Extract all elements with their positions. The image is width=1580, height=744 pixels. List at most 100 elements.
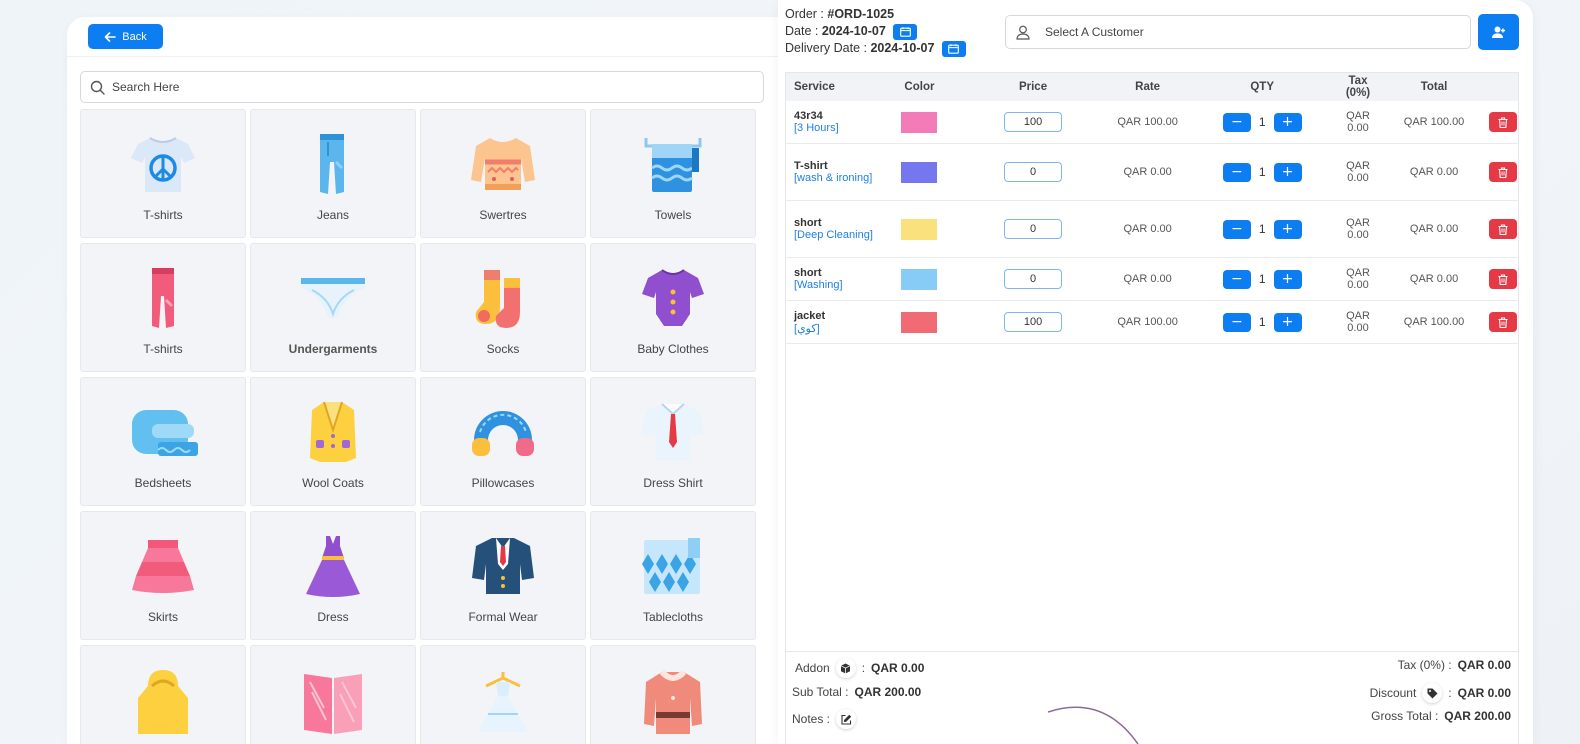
color-swatch[interactable] [901,218,938,240]
color-swatch[interactable] [901,161,938,183]
delete-row-button[interactable] [1489,269,1518,289]
actions-cell [1488,112,1518,132]
category-tile[interactable]: Tablecloths [590,511,756,640]
gross-total-value: QAR 200.00 [1444,709,1511,723]
search-input[interactable] [112,80,752,94]
table-row: 43r34 [3 Hours] QAR 100.00 − 1 + QAR 0.0… [786,101,1518,144]
rate-cell: QAR 100.00 [1117,316,1178,328]
category-tile[interactable] [420,645,586,744]
category-label: Swertres [479,208,527,222]
color-swatch[interactable] [901,311,938,333]
color-swatch[interactable] [901,111,938,133]
back-button[interactable]: Back [88,24,163,49]
qty-value: 1 [1258,315,1266,329]
category-tile[interactable] [250,645,416,744]
category-tile[interactable] [80,645,246,744]
qty-decrease-button[interactable]: − [1222,162,1251,182]
minus-icon: − [1230,220,1243,237]
customer-select[interactable] [1005,15,1471,49]
price-input[interactable] [1004,112,1063,132]
delete-row-button[interactable] [1489,312,1518,332]
customer-input[interactable] [1045,25,1445,39]
color-cell [880,161,959,183]
qty-cell: − 1 + [1188,219,1336,239]
trash-icon [1498,166,1508,178]
header-total: Total [1420,81,1448,93]
dress-icon [306,536,360,597]
category-tile[interactable]: Towels [590,109,756,238]
qty-decrease-button[interactable]: − [1222,219,1251,239]
price-input[interactable] [1004,312,1063,332]
category-label: Dress Shirt [643,476,703,490]
search-box [80,71,764,103]
category-label: Dress [317,610,349,624]
category-tile[interactable]: Baby Clothes [590,243,756,372]
color-cell [880,218,959,240]
notes-edit-button[interactable] [836,709,857,729]
delete-row-button[interactable] [1489,162,1518,182]
service-cell: short [Washing] [786,267,880,291]
qty-increase-button[interactable]: + [1273,312,1302,332]
category-tile[interactable]: Bedsheets [80,377,246,506]
trash-icon [1498,223,1508,235]
minus-icon: − [1230,313,1243,330]
delivery-calendar-button[interactable] [941,40,966,57]
category-tile[interactable]: Pillowcases [420,377,586,506]
jeans-icon [320,134,344,194]
add-customer-button[interactable] [1478,14,1519,50]
qty-increase-button[interactable]: + [1273,112,1302,132]
category-tile[interactable]: T-shirts [80,243,246,372]
qty-decrease-button[interactable]: − [1222,269,1251,289]
order-date-line: Date : 2024-10-07 [785,23,966,40]
pillow-icon [472,411,534,456]
order-summary: Addon : QAR 0.00 Sub Total : QAR 200.00 … [785,651,1519,744]
qty-decrease-button[interactable]: − [1222,112,1251,132]
header-service: Service [794,81,835,93]
tax-cell: QAR 0.00 [1346,310,1370,334]
order-meta: Order : #ORD-1025 Date : 2024-10-07 Deli… [785,6,966,57]
actions-cell [1488,219,1518,239]
actions-cell [1488,269,1518,289]
category-tile[interactable]: Dress Shirt [590,377,756,506]
plus-icon: + [1281,313,1294,330]
service-type: [Washing] [794,279,843,291]
addon-button[interactable] [835,658,856,678]
category-tile[interactable]: T-shirts [80,109,246,238]
discount-button[interactable] [1422,683,1443,703]
qty-increase-button[interactable]: + [1273,219,1302,239]
rate-cell: QAR 0.00 [1123,273,1172,285]
tax-label: Tax (0%) : [1397,658,1452,672]
category-tile[interactable]: Skirts [80,511,246,640]
category-tile[interactable] [590,645,756,744]
tax-value: QAR 0.00 [1457,658,1511,672]
category-label: T-shirts [143,208,183,222]
service-name: T-shirt [794,160,828,172]
winter-coat-icon [644,669,702,734]
qty-decrease-button[interactable]: − [1222,312,1251,332]
category-tile[interactable]: Undergarments [250,243,416,372]
category-tile[interactable]: Jeans [250,109,416,238]
qty-cell: − 1 + [1188,269,1336,289]
service-type: [wash & ironing] [794,172,873,184]
category-tile[interactable]: Formal Wear [420,511,586,640]
category-tile[interactable]: Wool Coats [250,377,416,506]
service-cell: short [Deep Cleaning] [786,217,880,241]
box-icon [841,663,851,673]
price-input[interactable] [1004,162,1063,182]
wool-coat-icon [310,401,356,462]
category-tile[interactable]: Swertres [420,109,586,238]
qty-cell: − 1 + [1188,312,1336,332]
discount-summary: Discount : QAR 0.00 [1370,683,1511,703]
color-swatch[interactable] [901,268,938,290]
date-calendar-button[interactable] [893,23,918,40]
qty-increase-button[interactable]: + [1273,269,1302,289]
price-input[interactable] [1004,269,1063,289]
qty-increase-button[interactable]: + [1273,162,1302,182]
category-tile[interactable]: Socks [420,243,586,372]
price-input[interactable] [1004,219,1063,239]
delete-row-button[interactable] [1489,219,1518,239]
category-panel-header: Back [67,17,780,57]
category-tile[interactable]: Dress [250,511,416,640]
order-date-label: Date : [785,24,822,38]
delete-row-button[interactable] [1489,112,1518,132]
